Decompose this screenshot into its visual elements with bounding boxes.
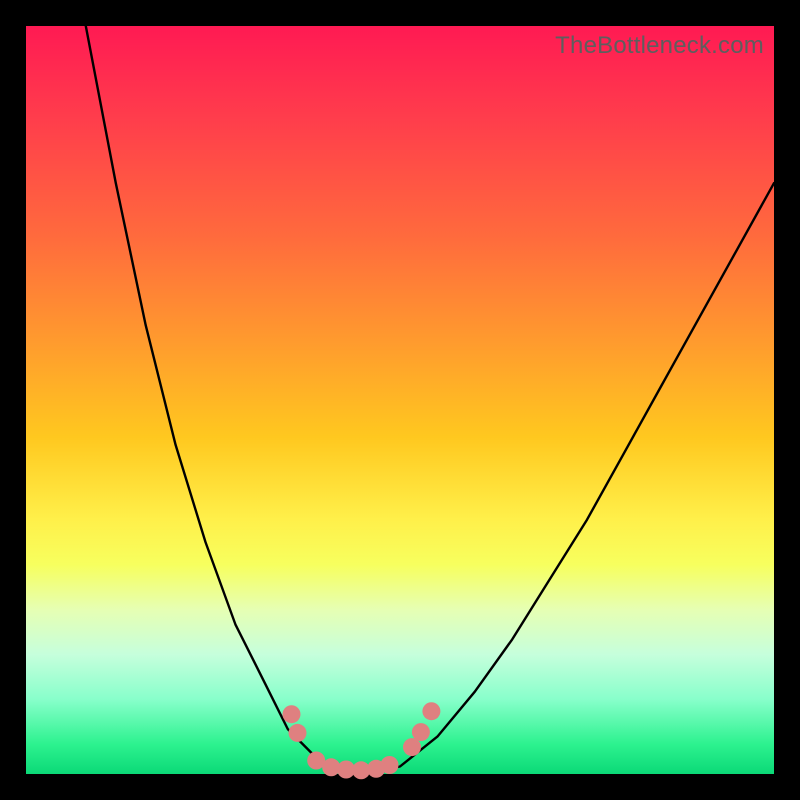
marker-dot (283, 705, 301, 723)
marker-dot (289, 724, 307, 742)
marker-dot (422, 702, 440, 720)
marker-dot (412, 723, 430, 741)
chart-frame: TheBottleneck.com (0, 0, 800, 800)
marker-dot (403, 738, 421, 756)
marker-layer (26, 26, 774, 774)
plot-area: TheBottleneck.com (26, 26, 774, 774)
marker-dot (381, 756, 399, 774)
